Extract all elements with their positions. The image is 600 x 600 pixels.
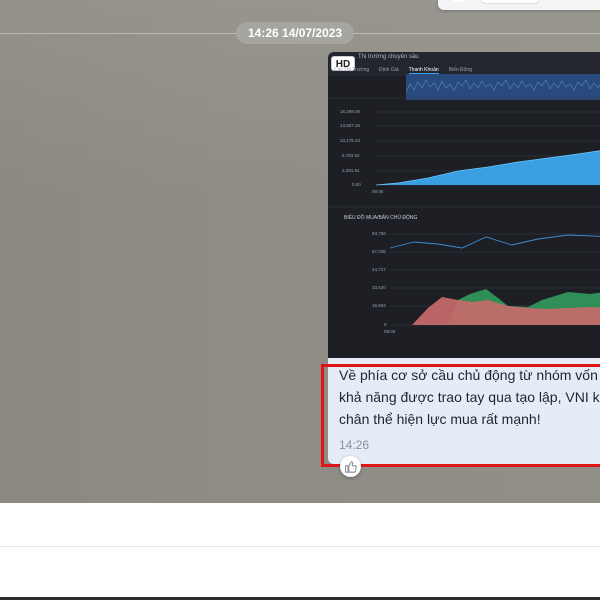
message-time: 14:26 (339, 438, 370, 452)
message-bubble[interactable]: HD Thị trường chuyên sâu Các Thị Trường … (328, 52, 600, 464)
image-title: Thị trường chuyên sâu (358, 54, 419, 60)
bottom-chart-tick: 16,604 (372, 303, 386, 308)
image-tab: Biến Động (448, 67, 472, 73)
bottom-chart-tick: 33,520 (372, 285, 386, 290)
top-chart-tick: 3,391.81 (342, 168, 360, 173)
top-chart-xtick: 09:00 (372, 189, 384, 194)
attached-image[interactable]: HD Thị trường chuyên sâu Các Thị Trường … (328, 52, 600, 358)
bottom-chart-tick: 0 (384, 322, 387, 327)
bottom-chart-xtick: 09:00 (384, 329, 396, 334)
top-chart-tick: 13,557.25 (340, 123, 361, 128)
thumbs-up-icon (345, 461, 357, 473)
input-area[interactable] (0, 503, 600, 600)
image-tab: Các Thị Trường (334, 67, 370, 73)
message-line: Về phía cơ sở cầu chủ động từ nhóm vốn h… (339, 367, 600, 383)
chat-area: 14:26 14/07/2023 HD Thị trường chuyên sâ… (0, 0, 600, 503)
message-line: chân thể hiện lực mua rất mạnh! (339, 411, 541, 427)
top-chart-tick: 0.00 (352, 182, 361, 187)
date-separator: 14:26 14/07/2023 (236, 22, 355, 44)
message-line: khả năng được trao tay qua tạo lập, VNI … (339, 389, 600, 405)
image-tab: Định Giá (379, 67, 399, 73)
bottom-chart-tick: 67,036 (372, 249, 386, 254)
popup-square-button[interactable] (452, 0, 466, 2)
popup-pill-button[interactable] (480, 0, 540, 4)
top-chart-tick: 6,783.62 (342, 153, 360, 158)
input-divider (0, 546, 600, 547)
top-popup[interactable] (438, 0, 600, 10)
bottom-chart-tick: 44,717 (372, 267, 386, 272)
top-chart-tick: 16,269.06 (340, 109, 361, 114)
image-section-title: BIỂU ĐỒ MUA/BÁN CHỦ ĐỘNG (344, 215, 418, 221)
image-tab-active: Thanh Khoản (408, 67, 439, 74)
dashboard-screenshot (328, 52, 600, 326)
reaction-button[interactable] (340, 456, 361, 477)
bottom-chart-tick: 93,768 (372, 231, 386, 236)
message-text: Về phía cơ sở cầu chủ động từ nhóm vốn h… (339, 364, 600, 430)
image-tabs: Các Thị Trường Định Giá Thanh Khoản Biến… (334, 67, 472, 74)
top-chart-tick: 10,175.43 (340, 138, 361, 143)
